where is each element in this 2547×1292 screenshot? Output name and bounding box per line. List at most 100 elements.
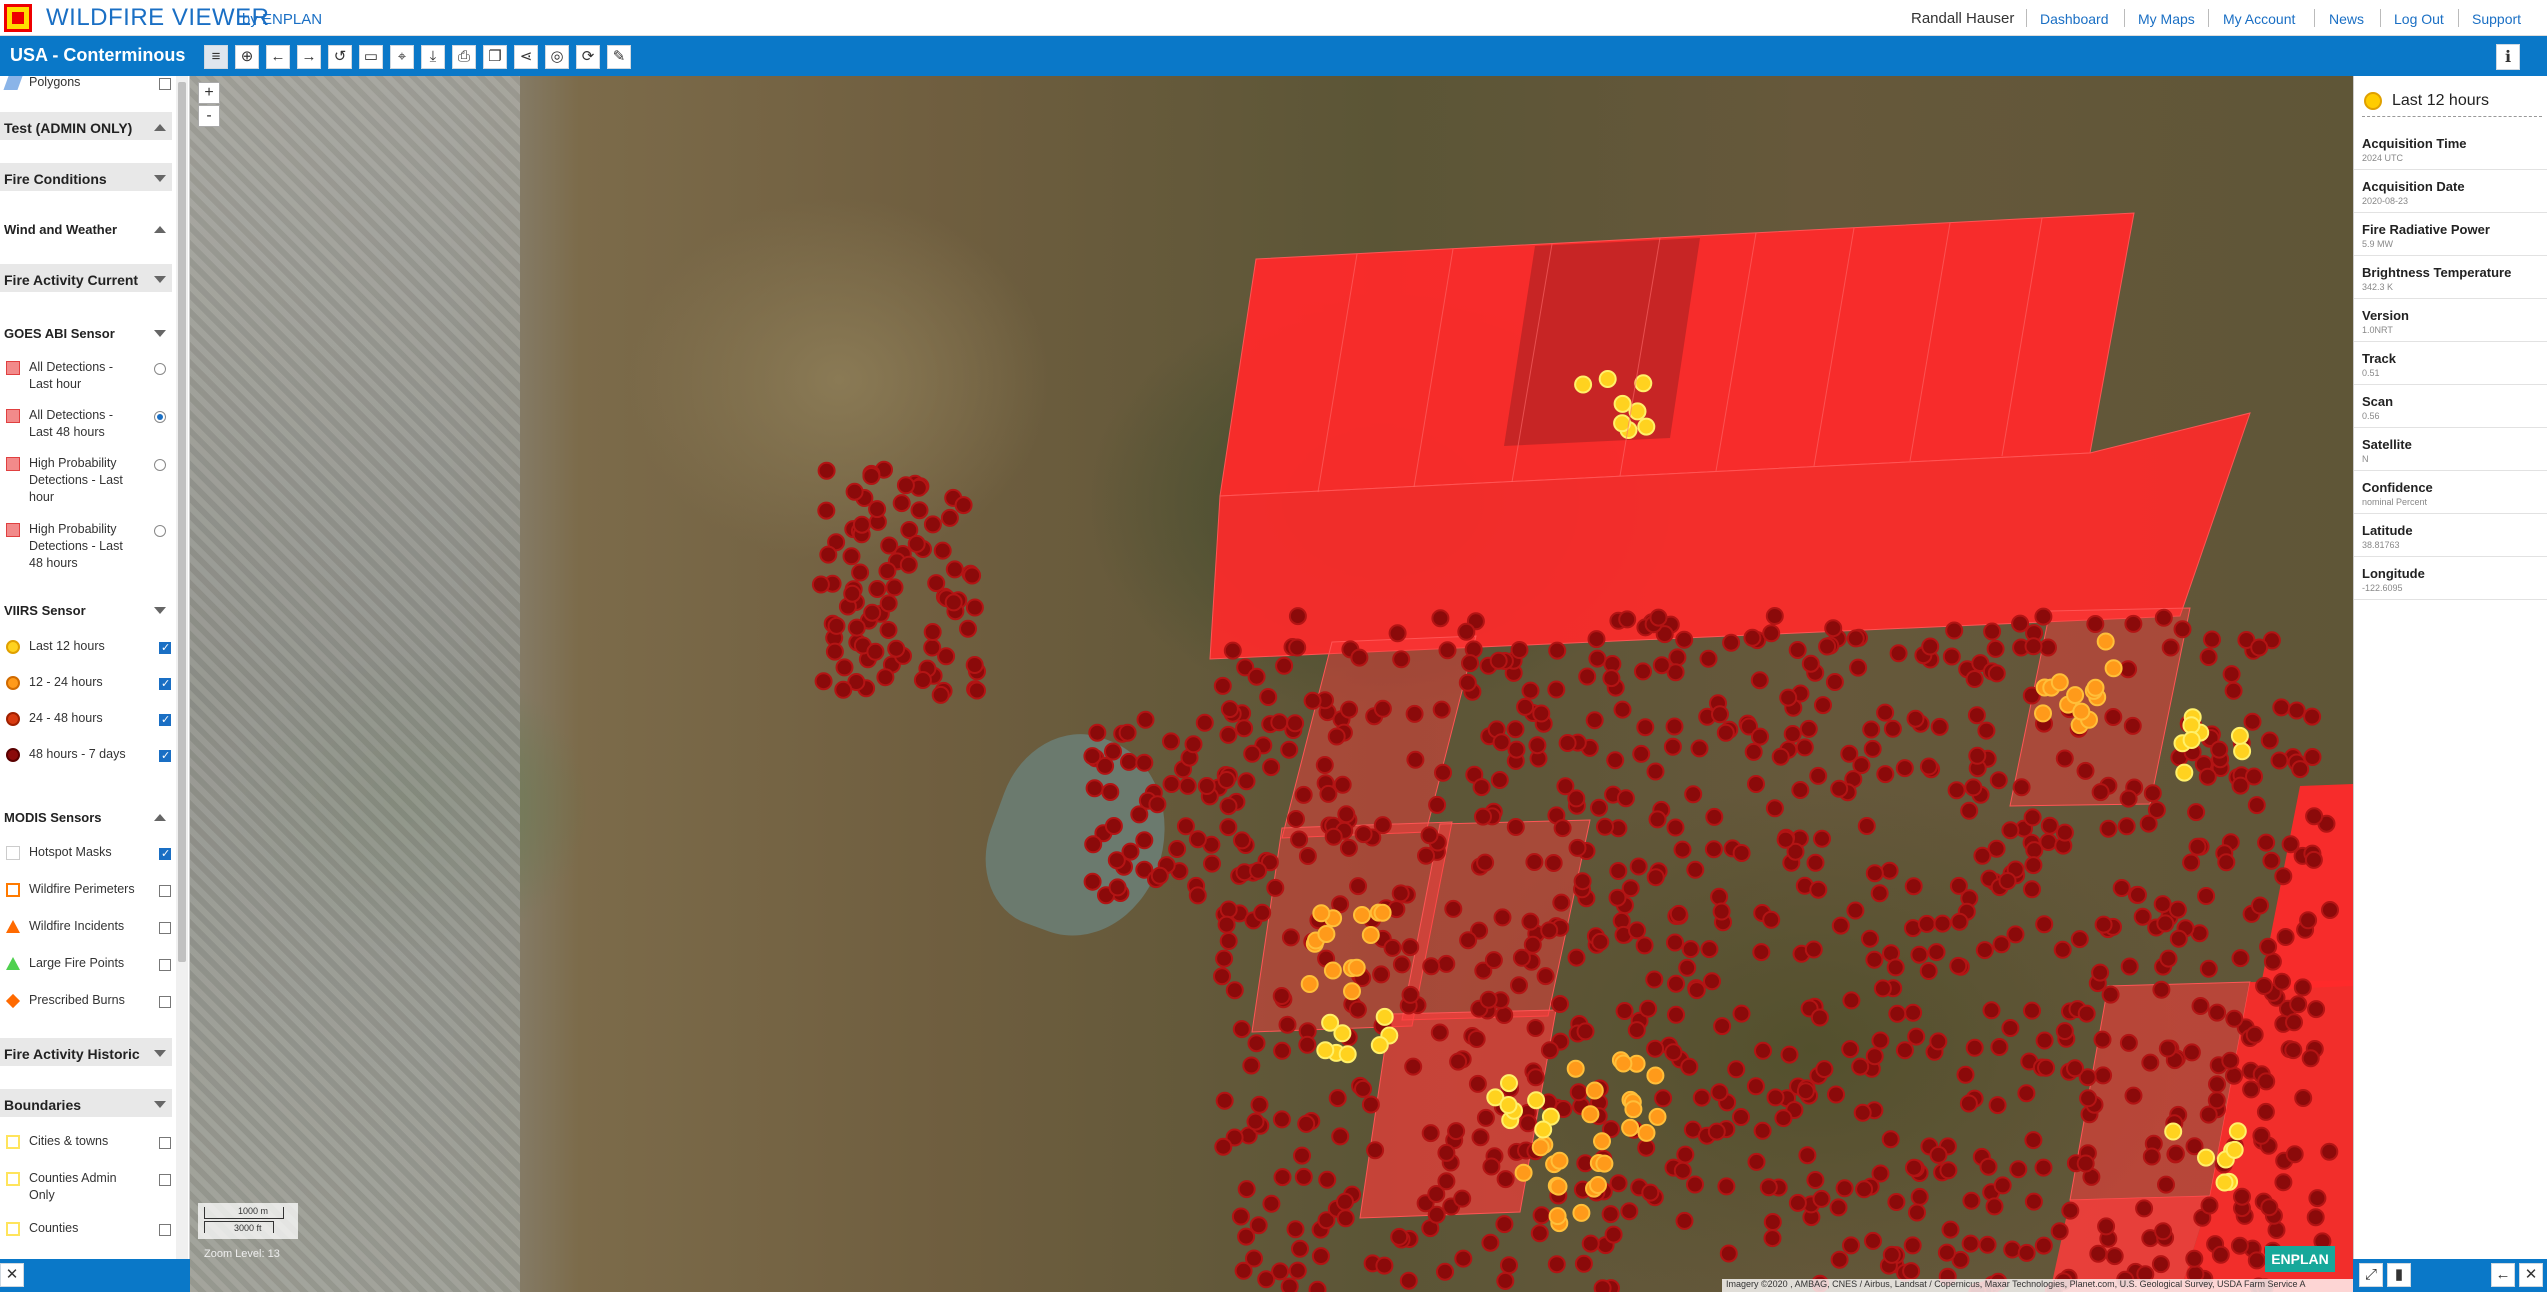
fire-detection-dot[interactable]	[1998, 872, 2017, 890]
fire-detection-dot[interactable]	[1699, 649, 1718, 668]
fire-detection-dot[interactable]	[1510, 641, 1529, 659]
fire-detection-dot[interactable]	[2012, 778, 2031, 797]
fire-detection-dot[interactable]	[1680, 1057, 1699, 1076]
fire-detection-dot[interactable]	[2035, 915, 2054, 934]
fire-detection-dot[interactable]	[1982, 1001, 2001, 1020]
fire-detection-dot[interactable]	[2040, 816, 2059, 835]
fire-detection-dot[interactable]	[1910, 945, 1929, 964]
fire-detection-dot[interactable]	[1319, 784, 1338, 803]
fire-detection-dot[interactable]	[1967, 706, 1986, 725]
fire-detection-dot[interactable]	[1232, 1020, 1251, 1039]
fire-detection-dot[interactable]	[2097, 1217, 2116, 1236]
fire-detection-dot[interactable]	[1290, 830, 1309, 849]
fire-detection-dot[interactable]	[878, 562, 897, 580]
fire-detection-dot[interactable]	[2169, 929, 2188, 948]
fire-detection-dot[interactable]	[1585, 1081, 1604, 1100]
fire-detection-dot[interactable]	[1217, 915, 1236, 934]
fire-detection-dot[interactable]	[1705, 807, 1724, 826]
fire-detection-dot[interactable]	[1929, 1032, 1948, 1051]
fire-detection-dot[interactable]	[1225, 981, 1244, 1000]
fire-detection-dot[interactable]	[2199, 959, 2218, 978]
fire-detection-dot[interactable]	[1286, 1220, 1305, 1239]
fire-detection-dot[interactable]	[1669, 904, 1688, 923]
fire-detection-dot[interactable]	[1704, 840, 1723, 859]
fire-detection-dot[interactable]	[1759, 1178, 1778, 1197]
fire-detection-dot[interactable]	[2299, 911, 2318, 930]
fire-detection-dot[interactable]	[1525, 853, 1544, 871]
edit-icon[interactable]: ✎	[607, 45, 631, 69]
checkbox[interactable]	[159, 846, 171, 863]
fire-detection-dot[interactable]	[2006, 925, 2025, 944]
modis-sensors-header[interactable]: MODIS Sensors	[4, 810, 174, 825]
fire-detection-dot[interactable]	[1810, 1008, 1829, 1027]
fire-detection-dot[interactable]	[1499, 1096, 1518, 1114]
fire-detection-dot[interactable]	[2034, 607, 2053, 626]
nav-dashboard[interactable]: Dashboard	[2040, 11, 2109, 27]
fire-detection-dot[interactable]	[927, 574, 946, 593]
fire-detection-dot[interactable]	[2289, 995, 2308, 1014]
fire-detection-dot[interactable]	[1237, 1180, 1256, 1199]
fire-detection-dot[interactable]	[1675, 1211, 1694, 1230]
fire-detection-dot[interactable]	[1710, 1083, 1729, 1102]
fire-detection-dot[interactable]	[2228, 1122, 2247, 1141]
fire-detection-dot[interactable]	[2274, 867, 2293, 886]
chart-icon[interactable]: ▮	[2387, 1263, 2411, 1287]
fire-detection-dot[interactable]	[2285, 1013, 2303, 1032]
fire-detection-dot[interactable]	[2274, 1173, 2293, 1192]
fire-detection-dot[interactable]	[1434, 763, 1452, 782]
fire-detection-dot[interactable]	[1578, 667, 1597, 686]
fire-detection-dot[interactable]	[1323, 961, 1342, 980]
fire-detection-dot[interactable]	[1763, 1213, 1782, 1231]
fire-detection-dot[interactable]	[933, 541, 952, 560]
fire-detection-dot[interactable]	[2273, 972, 2291, 991]
fire-detection-dot[interactable]	[814, 672, 833, 691]
fire-detection-dot[interactable]	[1601, 1205, 1620, 1224]
fire-detection-dot[interactable]	[2307, 1000, 2326, 1019]
fire-detection-dot[interactable]	[2079, 1089, 2098, 1108]
fire-detection-dot[interactable]	[2141, 1053, 2160, 1072]
fire-detection-dot[interactable]	[1120, 752, 1138, 771]
fire-detection-dot[interactable]	[1851, 1057, 1870, 1076]
checkbox[interactable]	[159, 996, 171, 1008]
fire-detection-dot[interactable]	[2025, 841, 2044, 860]
section-test-admin[interactable]: Test (ADMIN ONLY)	[0, 112, 172, 140]
fire-detection-dot[interactable]	[2304, 850, 2323, 869]
fire-detection-dot[interactable]	[944, 593, 963, 612]
fire-detection-dot[interactable]	[1489, 651, 1508, 670]
fire-detection-dot[interactable]	[1148, 795, 1167, 814]
fire-detection-dot[interactable]	[1247, 1034, 1266, 1053]
fire-detection-dot[interactable]	[1083, 747, 1102, 766]
fire-detection-dot[interactable]	[1135, 831, 1154, 850]
fire-detection-dot[interactable]	[2303, 748, 2322, 766]
fire-detection-dot[interactable]	[1616, 789, 1635, 808]
fire-detection-dot[interactable]	[968, 681, 986, 700]
fire-detection-dot[interactable]	[1634, 374, 1653, 393]
fire-detection-dot[interactable]	[1987, 664, 2006, 683]
fire-detection-dot[interactable]	[1107, 851, 1126, 870]
fire-detection-dot[interactable]	[1628, 921, 1646, 940]
fire-detection-dot[interactable]	[1361, 1095, 1380, 1114]
fire-detection-dot[interactable]	[2231, 949, 2250, 968]
fire-detection-dot[interactable]	[1716, 723, 1735, 742]
fire-detection-dot[interactable]	[1863, 739, 1882, 758]
fire-detection-dot[interactable]	[2086, 615, 2105, 633]
fire-detection-dot[interactable]	[1273, 1041, 1292, 1060]
fire-detection-dot[interactable]	[1336, 1209, 1355, 1228]
fire-detection-dot[interactable]	[1692, 1088, 1711, 1107]
fire-detection-dot[interactable]	[1627, 1021, 1646, 1040]
fire-detection-dot[interactable]	[2159, 949, 2178, 968]
fire-detection-dot[interactable]	[2208, 1003, 2227, 1022]
fire-detection-dot[interactable]	[1506, 818, 1525, 836]
fire-detection-dot[interactable]	[1591, 932, 1610, 951]
fire-detection-dot[interactable]	[2112, 879, 2131, 897]
fire-detection-dot[interactable]	[1242, 1056, 1261, 1075]
fire-detection-dot[interactable]	[1883, 719, 1902, 738]
fire-detection-dot[interactable]	[2200, 1196, 2219, 1215]
fire-detection-dot[interactable]	[1421, 1124, 1440, 1143]
fire-detection-dot[interactable]	[1814, 696, 1832, 715]
fire-detection-dot[interactable]	[1681, 940, 1700, 959]
nav-support[interactable]: Support	[2472, 11, 2521, 27]
fire-detection-dot[interactable]	[2225, 1009, 2244, 1028]
fire-detection-dot[interactable]	[1629, 857, 1648, 876]
fire-detection-dot[interactable]	[842, 547, 861, 566]
